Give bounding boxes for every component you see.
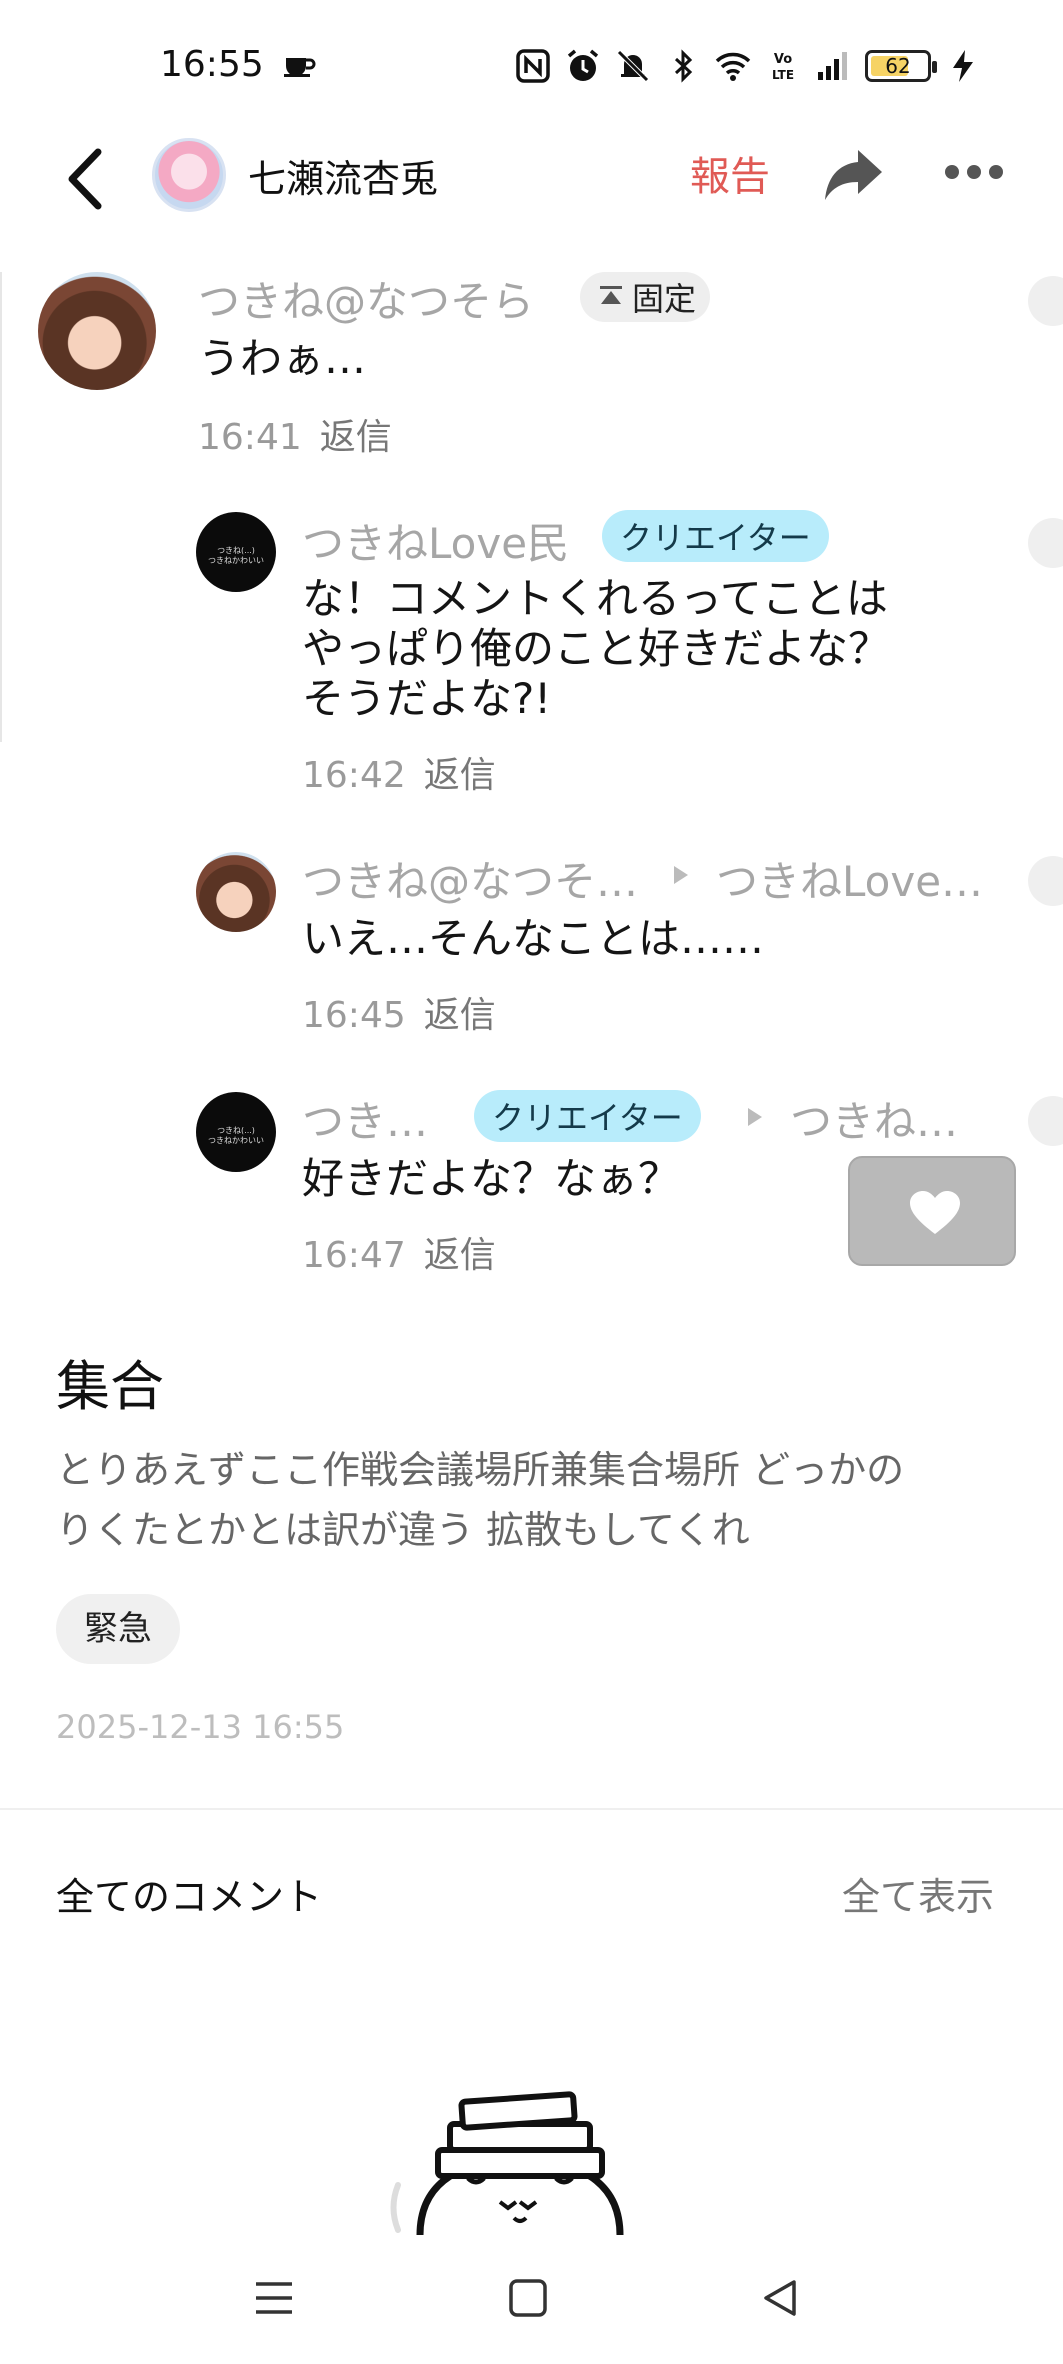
commenter-avatar[interactable]: つきね(...) つきねかわいい — [196, 512, 276, 592]
comment-meta: 16:45 返信 — [302, 986, 496, 1038]
post-title: 集合 — [56, 1355, 164, 1418]
more-icon[interactable] — [944, 162, 1004, 182]
reply-button[interactable]: 返信 — [424, 755, 496, 796]
reply-to-name[interactable]: つきね… — [790, 1088, 958, 1149]
show-all-link[interactable]: 全て表示 — [842, 1866, 994, 1921]
comment-meta: 16:47 返信 — [302, 1226, 496, 1278]
comment-time: 16:47 — [302, 1235, 406, 1276]
comment-text-line: そうだよな?! — [302, 674, 552, 723]
comment-time: 16:42 — [302, 755, 406, 796]
avatar[interactable] — [152, 138, 226, 212]
post-tag[interactable]: 緊急 — [56, 1594, 180, 1664]
post-body-line: とりあえずここ作戦会議場所兼集合場所 どっかの — [56, 1448, 905, 1492]
commenter-avatar[interactable]: つきね(...) つきねかわいい — [196, 1092, 276, 1172]
commenter-name[interactable]: つきね@なつそ… — [302, 848, 638, 909]
thread-line — [0, 272, 2, 742]
all-comments-title: 全てのコメント — [56, 1875, 323, 1919]
comment-like-icon[interactable] — [1028, 1096, 1063, 1146]
reply-arrow-icon — [748, 1108, 762, 1126]
silent-bell-icon — [617, 50, 649, 82]
status-time: 16:55 — [160, 44, 264, 85]
battery-icon: 62 — [865, 50, 937, 82]
comment-like-icon[interactable] — [1028, 856, 1063, 906]
divider — [0, 1808, 1063, 1810]
creator-badge: クリエイター — [474, 1090, 701, 1142]
commenter-name[interactable]: つきねLove民 — [302, 510, 569, 571]
comment-meta: 16:42 返信 — [302, 746, 496, 798]
svg-text:LTE: LTE — [772, 68, 794, 82]
home-square-icon[interactable] — [506, 2276, 550, 2320]
comment-text-line: な！コメントくれるってことは — [302, 574, 888, 623]
header-username[interactable]: 七瀬流杏兎 — [248, 148, 438, 203]
page: 16:55 Vo LTE 62 七瀬流杏兎 報告 つきね@なつそら 固定 うわぁ… — [0, 0, 1063, 2364]
charging-icon — [953, 50, 973, 82]
reply-arrow-icon — [674, 866, 688, 884]
commenter-avatar[interactable] — [38, 272, 156, 390]
comment-time: 16:41 — [198, 417, 302, 458]
bluetooth-icon — [674, 49, 693, 83]
like-button[interactable] — [848, 1156, 1016, 1266]
comment-text: いえ…そんなことは…… — [302, 914, 765, 963]
report-button[interactable]: 報告 — [690, 144, 770, 202]
commenter-name[interactable]: つき… — [302, 1088, 428, 1149]
comment-like-icon[interactable] — [1028, 518, 1063, 568]
post-body: とりあえずここ作戦会議場所兼集合場所 どっかの りくたとかとは訳が違う 拡散もし… — [56, 1440, 1016, 1560]
pinned-badge: 固定 — [580, 272, 711, 322]
commenter-name[interactable]: つきね@なつそら — [198, 268, 534, 329]
comment-text: 好きだよな？なぁ？ — [302, 1154, 681, 1203]
status-bar: 16:55 Vo LTE 62 — [0, 0, 1063, 130]
comment-like-icon[interactable] — [1028, 276, 1063, 326]
pin-icon — [600, 286, 622, 304]
comment-time: 16:45 — [302, 995, 406, 1036]
heart-icon — [910, 1191, 960, 1234]
post-body-line: りくたとかとは訳が違う 拡散もしてくれ — [56, 1508, 750, 1552]
comment-text: うわぁ… — [198, 334, 367, 383]
reply-button[interactable]: 返信 — [320, 417, 392, 458]
coffee-cup-icon — [284, 58, 316, 77]
reply-to-name[interactable]: つきねLove… — [716, 848, 983, 909]
volte-icon: Vo LTE — [772, 52, 794, 82]
creator-badge: クリエイター — [602, 510, 829, 562]
nfc-icon — [516, 49, 550, 83]
pinned-label: 固定 — [632, 280, 697, 318]
back-arrow-icon[interactable] — [62, 144, 112, 214]
comment-text-line: やっぱり俺のこと好きだよな？ — [302, 624, 891, 673]
share-icon[interactable] — [822, 146, 884, 202]
comment-meta: 16:41 返信 — [198, 408, 392, 460]
post-date: 2025-12-13 16:55 — [56, 1708, 345, 1746]
top-bar: 七瀬流杏兎 報告 — [0, 130, 1063, 250]
empty-state-illustration — [390, 2091, 624, 2235]
battery-level: 62 — [885, 54, 911, 78]
commenter-avatar[interactable] — [196, 852, 276, 932]
reply-button[interactable]: 返信 — [424, 995, 496, 1036]
status-icons: Vo LTE 62 — [515, 46, 981, 86]
back-triangle-icon[interactable] — [758, 2276, 802, 2320]
svg-text:Vo: Vo — [774, 52, 792, 67]
reply-button[interactable]: 返信 — [424, 1235, 496, 1276]
system-nav-bar — [0, 2236, 1063, 2364]
wifi-icon — [715, 52, 751, 81]
signal-icon — [818, 52, 847, 80]
menu-icon[interactable] — [252, 2276, 296, 2320]
alarm-icon — [567, 49, 599, 81]
